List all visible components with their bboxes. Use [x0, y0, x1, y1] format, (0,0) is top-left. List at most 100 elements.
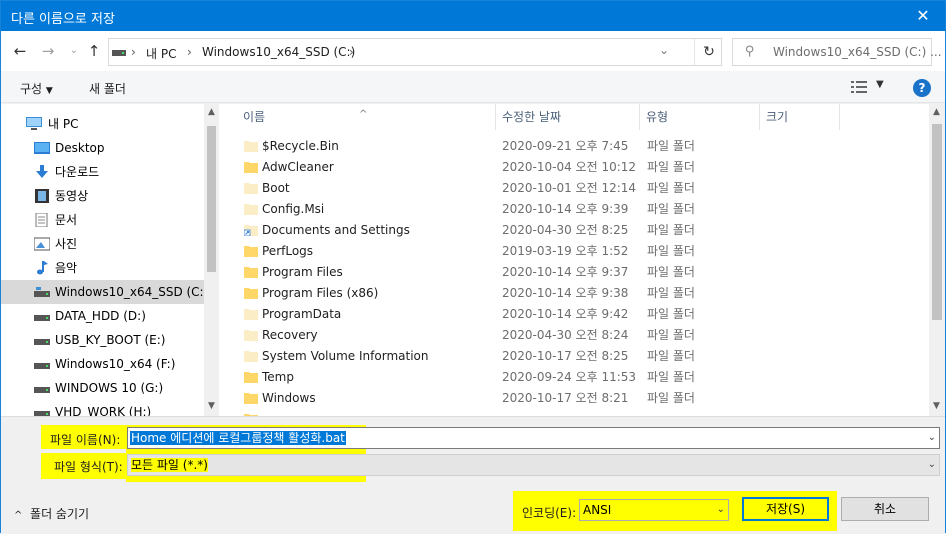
- file-date: 2020-10-14 오후 9:39: [502, 202, 629, 216]
- file-row[interactable]: System Volume Information 2020-10-17 오전 …: [219, 346, 929, 367]
- folder-icon: [244, 162, 258, 173]
- column-header-name[interactable]: 이름 ^: [219, 104, 496, 130]
- drive-icon: [34, 339, 50, 345]
- folder-icon: [244, 246, 258, 257]
- file-type: 파일 폴더: [647, 160, 695, 174]
- drive-icon: [34, 387, 50, 393]
- file-row[interactable]: Config.Msi 2020-10-14 오후 9:39 파일 폴더: [219, 199, 929, 220]
- file-name: Boot: [262, 181, 290, 195]
- new-folder-button[interactable]: 새 폴더: [89, 80, 126, 97]
- scroll-up-arrow-icon[interactable]: ▲: [929, 107, 944, 117]
- nav-item-downloads[interactable]: 다운로드: [1, 160, 204, 184]
- search-icon: ⚲: [745, 44, 755, 59]
- breadcrumb-drive-c[interactable]: Windows10_x64_SSD (C:): [202, 45, 355, 59]
- filename-input[interactable]: Home 에디션에 로컬그룹정책 활성화.bat ⌄: [127, 427, 940, 449]
- nav-item-documents[interactable]: 문서: [1, 208, 204, 232]
- column-header-type[interactable]: 유형: [640, 104, 760, 130]
- file-name: ProgramData: [262, 307, 342, 321]
- nav-item-music[interactable]: 음악: [1, 256, 204, 280]
- drive-icon: [34, 411, 50, 416]
- nav-item-drive-g[interactable]: WINDOWS 10 (G:): [1, 376, 204, 400]
- file-list: 이름 ^ 수정한 날짜 유형 크기 $Recycle.Bin 2020-09-2…: [219, 104, 929, 416]
- file-row[interactable]: Windows 2020-10-17 오전 8:21 파일 폴더: [219, 388, 929, 409]
- file-list-scrollbar[interactable]: ▲ ▼: [929, 104, 945, 416]
- file-name: Program Files: [262, 265, 343, 279]
- file-row[interactable]: PerfLogs 2019-03-19 오후 1:52 파일 폴더: [219, 241, 929, 262]
- file-row[interactable]: Recovery 2020-04-30 오전 8:24 파일 폴더: [219, 325, 929, 346]
- up-button[interactable]: ↑: [85, 41, 103, 61]
- nav-item-pictures[interactable]: 사진: [1, 232, 204, 256]
- encoding-value: ANSI: [583, 503, 612, 517]
- scroll-up-arrow-icon[interactable]: ▲: [204, 107, 219, 117]
- back-button[interactable]: ←: [11, 41, 29, 61]
- picture-icon: [34, 237, 50, 251]
- file-row[interactable]: AdwCleaner 2020-10-04 오전 10:12 파일 폴더: [219, 157, 929, 178]
- nav-item-videos[interactable]: 동영상: [1, 184, 204, 208]
- organize-button[interactable]: 구성 ▼: [20, 80, 53, 97]
- hide-folders-button[interactable]: ^ 폴더 숨기기: [14, 505, 89, 522]
- nav-scrollbar[interactable]: ▲ ▼: [204, 104, 219, 416]
- refresh-button[interactable]: ↻: [694, 39, 723, 65]
- file-row-partial[interactable]: [219, 409, 929, 416]
- download-icon: [36, 165, 48, 178]
- file-date: 2020-04-30 오전 8:24: [502, 328, 629, 342]
- file-row[interactable]: Boot 2020-10-01 오전 12:14 파일 폴더: [219, 178, 929, 199]
- encoding-select[interactable]: ANSI ⌄: [579, 499, 729, 521]
- file-row[interactable]: Program Files (x86) 2020-10-14 오후 9:38 파…: [219, 283, 929, 304]
- search-placeholder: Windows10_x64_SSD (C:) ...: [773, 45, 942, 59]
- breadcrumb-my-pc[interactable]: 내 PC: [146, 45, 176, 62]
- scrollbar-thumb[interactable]: [207, 126, 216, 272]
- chevron-down-icon[interactable]: ⌄: [928, 428, 936, 448]
- help-icon[interactable]: ?: [913, 79, 931, 97]
- file-row[interactable]: Program Files 2020-10-14 오후 9:37 파일 폴더: [219, 262, 929, 283]
- chevron-down-icon: ⌄: [927, 459, 936, 470]
- file-date: 2020-10-04 오전 10:12: [502, 160, 637, 174]
- file-date: 2020-10-01 오전 12:14: [502, 181, 637, 195]
- address-box[interactable]: › 내 PC › Windows10_x64_SSD (C:) › ⌄ ↻: [108, 38, 722, 66]
- view-dropdown-icon[interactable]: ▼: [876, 79, 884, 90]
- column-header-modified[interactable]: 수정한 날짜: [496, 104, 640, 130]
- file-row[interactable]: Documents and Settings 2020-04-30 오전 8:2…: [219, 220, 929, 241]
- file-type: 파일 폴더: [647, 202, 695, 216]
- breadcrumb-separator: ›: [187, 45, 192, 59]
- file-type: 파일 폴더: [647, 349, 695, 363]
- nav-item-drive-f[interactable]: Windows10_x64 (F:): [1, 352, 204, 376]
- nav-item-label: 사진: [55, 237, 78, 251]
- save-button[interactable]: 저장(S): [742, 497, 829, 521]
- view-options-icon[interactable]: [851, 81, 867, 93]
- hide-folders-label: 폴더 숨기기: [30, 507, 90, 521]
- file-date: 2020-10-17 오전 8:25: [502, 349, 629, 363]
- file-date: 2020-10-14 오후 9:42: [502, 307, 629, 321]
- address-dropdown-icon[interactable]: ⌄: [659, 43, 669, 57]
- file-type: 파일 폴더: [647, 139, 695, 153]
- chevron-down-icon: ▼: [45, 86, 53, 96]
- column-header-size[interactable]: 크기: [760, 104, 840, 130]
- file-type: 파일 폴더: [647, 223, 695, 237]
- navigation-pane: 내 PC Desktop 다운로드 동영상 문서 사진 음악 Windows10…: [1, 104, 219, 416]
- nav-item-drive-d[interactable]: DATA_HDD (D:): [1, 304, 204, 328]
- nav-item-drive-e[interactable]: USB_KY_BOOT (E:): [1, 328, 204, 352]
- nav-item-drive-c[interactable]: Windows10_x64_SSD (C:): [1, 280, 208, 304]
- nav-item-drive-h[interactable]: VHD_WORK (H:): [1, 400, 204, 416]
- file-name: System Volume Information: [262, 349, 429, 363]
- title-bar: 다른 이름으로 저장 ✕: [1, 1, 945, 31]
- file-row[interactable]: ProgramData 2020-10-14 오후 9:42 파일 폴더: [219, 304, 929, 325]
- file-row[interactable]: Temp 2020-09-24 오후 11:53 파일 폴더: [219, 367, 929, 388]
- cancel-button[interactable]: 취소: [841, 497, 929, 521]
- search-box[interactable]: ⚲ Windows10_x64_SSD (C:) ...: [732, 38, 942, 66]
- file-type: 파일 폴더: [647, 370, 695, 384]
- drive-icon: [112, 50, 126, 56]
- forward-button[interactable]: →: [39, 41, 57, 61]
- nav-item-desktop[interactable]: Desktop: [1, 136, 204, 160]
- nav-item-my-pc[interactable]: 내 PC: [1, 112, 204, 136]
- filetype-select[interactable]: 모든 파일 (*.*) ⌄: [127, 454, 940, 476]
- file-row[interactable]: $Recycle.Bin 2020-09-21 오후 7:45 파일 폴더: [219, 136, 929, 157]
- scroll-down-arrow-icon[interactable]: ▼: [929, 401, 944, 411]
- recent-locations-dropdown[interactable]: ⌄: [65, 41, 83, 61]
- save-as-dialog: 다른 이름으로 저장 ✕ ← → ⌄ ↑ › 내 PC › Windows10_…: [0, 0, 946, 534]
- scroll-down-arrow-icon[interactable]: ▼: [204, 401, 219, 411]
- folder-icon: [244, 288, 258, 299]
- command-bar: 구성 ▼ 새 폴더 ▼ ?: [1, 71, 945, 103]
- close-button[interactable]: ✕: [901, 1, 945, 31]
- scrollbar-thumb[interactable]: [932, 124, 942, 320]
